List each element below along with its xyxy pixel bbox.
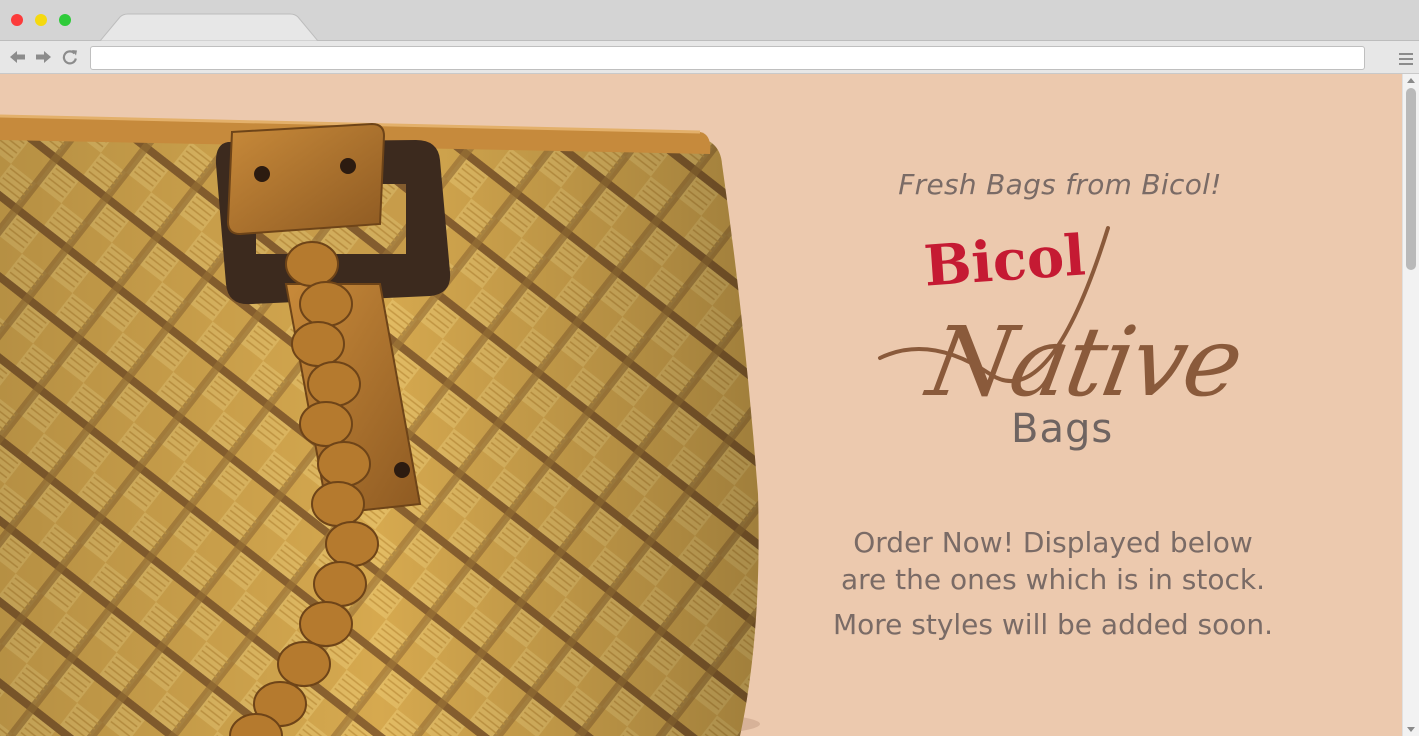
message-line-2: are the ones which is in stock. — [841, 563, 1265, 596]
logo-word-bags: Bags — [1011, 406, 1114, 452]
browser-tab[interactable] — [100, 13, 318, 41]
hamburger-menu-icon[interactable] — [1398, 51, 1414, 65]
reload-icon[interactable] — [61, 49, 79, 65]
woven-bag-image — [0, 114, 760, 736]
tagline-text: Fresh Bags from Bicol! — [898, 168, 1222, 201]
vertical-scrollbar[interactable] — [1402, 74, 1419, 736]
back-arrow-icon[interactable] — [9, 49, 27, 65]
scroll-down-arrow-icon[interactable] — [1407, 727, 1415, 732]
minimize-window-button[interactable] — [35, 14, 47, 26]
stock-message: Order Now! Displayed below are the ones … — [820, 524, 1286, 643]
page-viewport: Fresh Bags from Bicol! Bicol Native Bags… — [0, 74, 1402, 736]
scrollbar-thumb[interactable] — [1406, 88, 1416, 270]
address-bar[interactable] — [90, 46, 1365, 70]
browser-toolbar — [0, 41, 1419, 74]
scroll-up-arrow-icon[interactable] — [1407, 78, 1415, 83]
close-window-button[interactable] — [11, 14, 23, 26]
forward-arrow-icon[interactable] — [34, 49, 52, 65]
maximize-window-button[interactable] — [59, 14, 71, 26]
message-line-3: More styles will be added soon. — [832, 608, 1274, 641]
message-line-1: Order Now! Displayed below — [853, 526, 1253, 559]
bicol-native-bags-logo: Bicol Native Bags — [870, 222, 1249, 469]
browser-titlebar — [0, 0, 1419, 41]
